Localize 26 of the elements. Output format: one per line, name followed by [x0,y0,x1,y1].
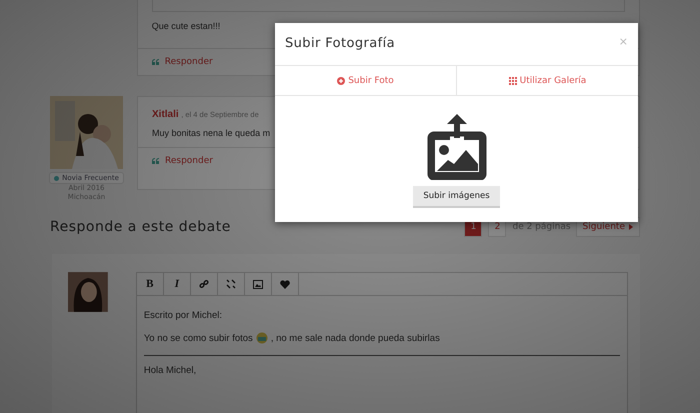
unlink-icon [226,279,236,289]
reply-link[interactable]: Responder [164,57,213,67]
post-text: Muy bonitas nena le queda m [152,128,272,138]
emoji-icon [256,332,268,344]
quote-icon [152,158,160,164]
close-button[interactable]: × [618,36,628,47]
plus-circle-icon [337,76,346,84]
quote-icon [152,59,160,65]
reply-link[interactable]: Responder [165,156,213,166]
caret-icon [629,224,633,230]
image-icon [252,280,263,288]
upload-images-button[interactable]: Subir imágenes [413,186,500,208]
quote-author: Escrito por Michel: [144,310,222,321]
post-text: Que cute estan!!! [152,21,222,31]
section-heading: Responde a este debate [50,219,231,235]
heart-icon [280,280,290,288]
quote-text: Yo no se como subir fotos [144,332,253,344]
text-editor[interactable]: B I Escrito por Michel: Yo no se como subir fotos , no me sale nada donde pueda subirlas Hola Michel, [136,272,628,413]
dialog-tab[interactable]: Subir Foto [275,66,457,95]
reply-text: Hola Michel, [144,365,196,376]
author-name[interactable]: Xitlali [152,109,179,120]
image-upload-icon [426,114,488,180]
grid-icon [508,76,517,84]
quote-text: , no me sale nada donde pueda subirlas [270,332,440,344]
dialog-title: Subir Fotografía [285,36,395,51]
link-icon [198,279,209,289]
